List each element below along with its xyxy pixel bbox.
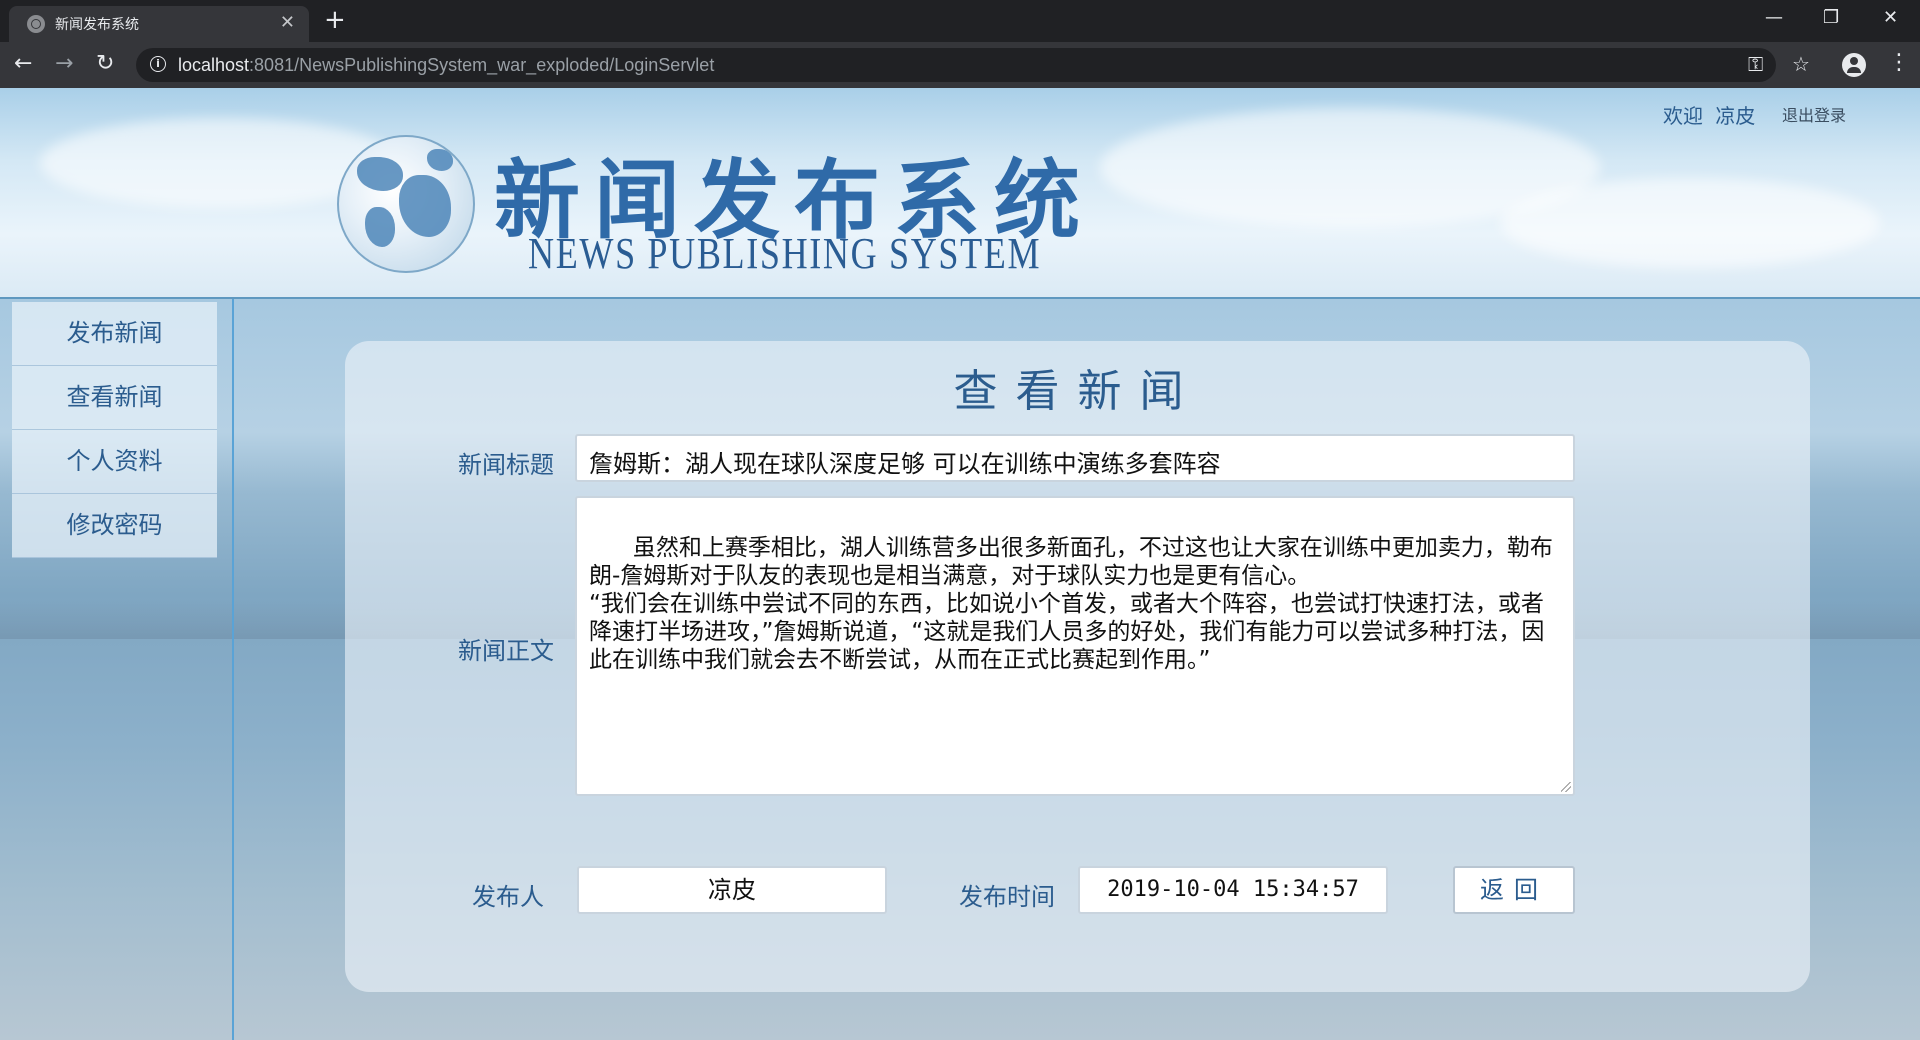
sidebar-item-change-password[interactable]: 修改密码 (12, 494, 217, 558)
news-body-label: 新闻正文 (458, 637, 554, 665)
sidebar-item-view-news[interactable]: 查看新闻 (12, 366, 217, 430)
publish-time-field[interactable]: 2019-10-04 15:34:57 (1078, 866, 1388, 914)
reload-icon[interactable]: ↻ (96, 52, 114, 76)
menu-icon[interactable]: ⋮ (1888, 50, 1910, 76)
cloud-decoration (1500, 178, 1880, 268)
username: 凉皮 (1715, 104, 1756, 128)
profile-icon[interactable] (1842, 53, 1866, 77)
news-title-label: 新闻标题 (458, 451, 554, 479)
welcome-message: 欢迎 凉皮 (1663, 100, 1761, 129)
news-detail-panel: 查看新闻 新闻标题 詹姆斯：湖人现在球队深度足够 可以在训练中演练多套阵容 新闻… (345, 341, 1810, 992)
tab-title: 新闻发布系统 (55, 17, 139, 33)
url-text: localhost:8081/NewsPublishingSystem_war_… (178, 55, 715, 75)
browser-toolbar: ← → ↻ i localhost:8081/NewsPublishingSys… (0, 42, 1920, 88)
browser-tab[interactable]: 新闻发布系统 ✕ (9, 6, 309, 42)
resize-grip-icon[interactable] (1561, 782, 1571, 792)
globe-icon (27, 15, 45, 33)
back-icon[interactable]: ← (14, 52, 32, 76)
sidebar: 发布新闻 查看新闻 个人资料 修改密码 (0, 299, 234, 1040)
forward-icon[interactable]: → (55, 52, 73, 76)
sidebar-item-publish-news[interactable]: 发布新闻 (12, 302, 217, 366)
restore-icon[interactable]: ❐ (1823, 6, 1839, 30)
news-title-field[interactable]: 詹姆斯：湖人现在球队深度足够 可以在训练中演练多套阵容 (575, 434, 1575, 482)
browser-tabbar: 新闻发布系统 ✕ + — ❐ ✕ (0, 0, 1920, 42)
new-tab-button[interactable]: + (324, 6, 346, 34)
publish-time-label: 发布时间 (959, 883, 1055, 911)
page: 新闻发布系统 NEWS PUBLISHING SYSTEM 欢迎 凉皮 退出登录… (0, 88, 1920, 1040)
welcome-label: 欢迎 (1663, 104, 1703, 128)
minimize-icon[interactable]: — (1765, 6, 1783, 30)
star-icon[interactable]: ☆ (1792, 52, 1810, 76)
publisher-label: 发布人 (472, 883, 544, 911)
site-header: 新闻发布系统 NEWS PUBLISHING SYSTEM 欢迎 凉皮 退出登录 (0, 88, 1920, 299)
back-button[interactable]: 返回 (1453, 866, 1575, 914)
sidebar-item-profile[interactable]: 个人资料 (12, 430, 217, 494)
publisher-field[interactable]: 凉皮 (577, 866, 887, 914)
news-body-text: 虽然和上赛季相比，湖人训练营多出很多新面孔，不过这也让大家在训练中更加卖力，勒布… (589, 535, 1553, 673)
close-window-icon[interactable]: ✕ (1883, 6, 1898, 30)
address-bar[interactable]: i localhost:8081/NewsPublishingSystem_wa… (136, 48, 1776, 82)
site-logo-english: NEWS PUBLISHING SYSTEM (528, 229, 1042, 278)
logout-link[interactable]: 退出登录 (1782, 102, 1846, 126)
page-title: 查看新闻 (953, 366, 1202, 417)
key-icon[interactable]: ⚿ (1748, 52, 1763, 76)
globe-logo-icon (337, 135, 475, 273)
info-icon[interactable]: i (150, 56, 166, 72)
news-body-field[interactable]: 虽然和上赛季相比，湖人训练营多出很多新面孔，不过这也让大家在训练中更加卖力，勒布… (575, 496, 1575, 796)
close-tab-icon[interactable]: ✕ (280, 12, 295, 34)
